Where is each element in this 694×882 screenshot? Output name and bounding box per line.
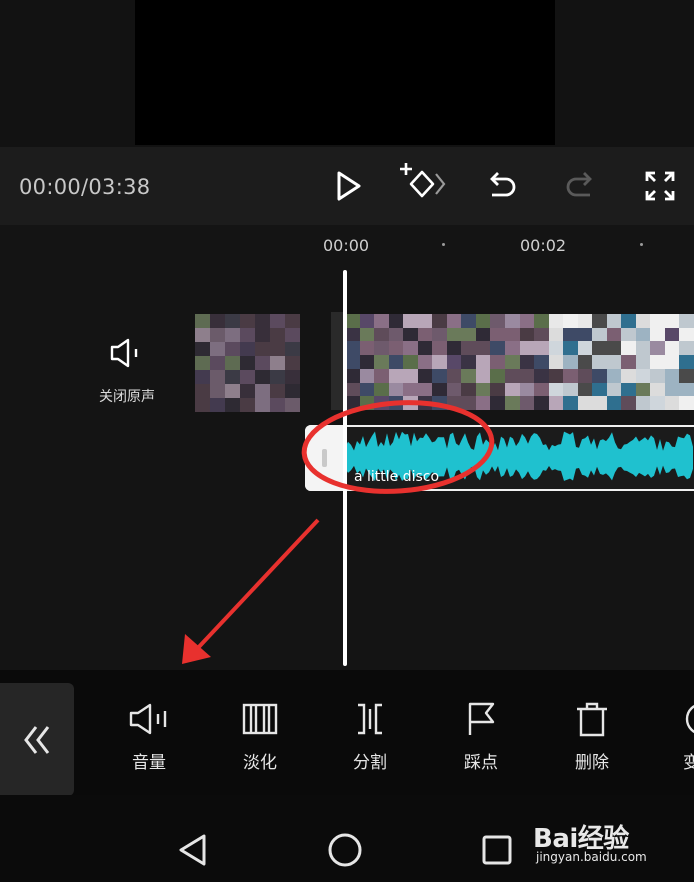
speed-icon [685,704,694,734]
tool-speed[interactable]: 变 [657,700,694,773]
nav-back-button[interactable] [176,832,210,872]
tool-label: 淡化 [243,753,277,773]
back-icon [179,834,206,866]
flag-icon [468,702,495,735]
recents-icon [482,835,512,865]
nav-recents-button[interactable] [481,834,513,870]
tool-delete[interactable]: 删除 [547,700,637,773]
fade-icon [242,703,278,735]
tool-beat-marker[interactable]: 踩点 [436,700,526,773]
delete-icon [577,702,607,737]
highlight-circle [301,400,495,494]
annotation-arrow [194,518,320,652]
split-icon [358,703,382,735]
tool-label: 变 [683,753,694,773]
tool-split[interactable]: 分割 [325,700,415,773]
watermark-url: jingyan.baidu.com [536,850,647,864]
collapse-button[interactable] [0,683,74,796]
tool-volume[interactable]: 音量 [104,700,194,773]
tool-label: 分割 [353,753,387,773]
home-icon [328,833,362,867]
tool-label: 踩点 [464,753,498,773]
tool-label: 删除 [575,753,609,773]
tool-fade[interactable]: 淡化 [215,700,305,773]
volume-icon [129,703,167,735]
double-chevron-left-icon [24,725,50,754]
nav-home-button[interactable] [327,832,363,872]
tool-label: 音量 [132,753,166,773]
